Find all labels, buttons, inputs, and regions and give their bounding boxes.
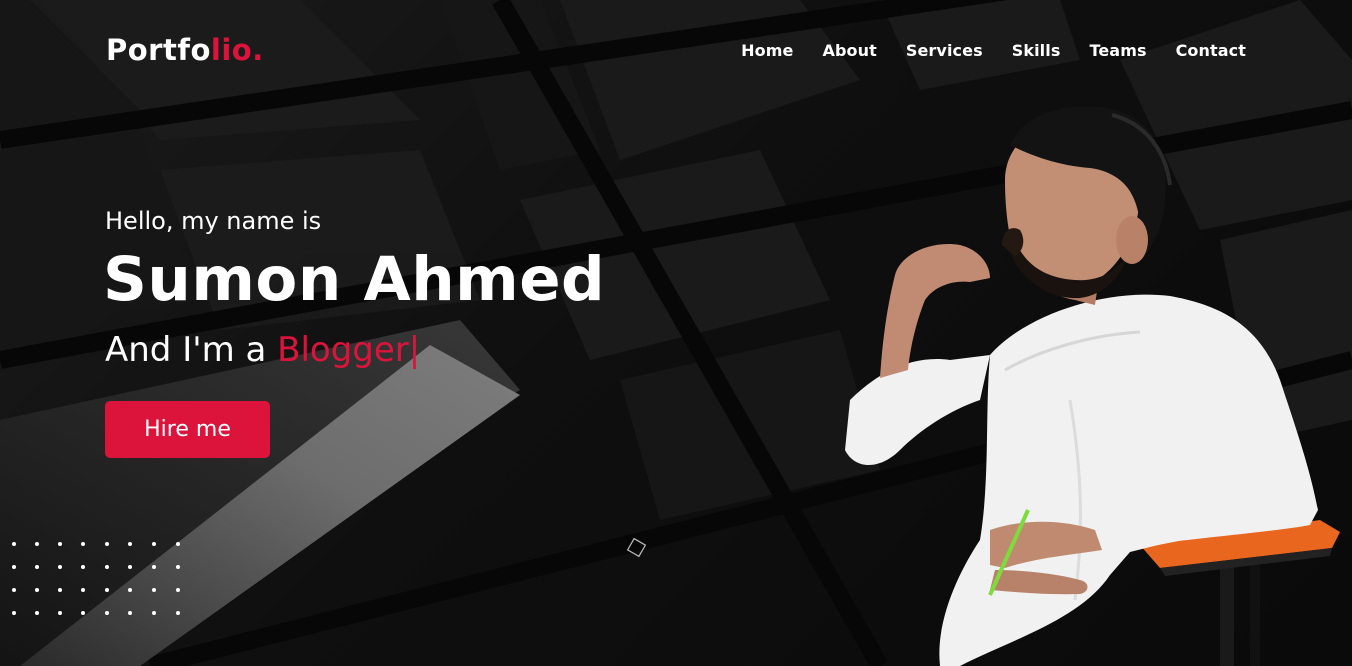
hero-role-line: And I'm a Blogger| [105,330,420,370]
nav-link-home[interactable]: Home [741,41,793,60]
nav-link-skills[interactable]: Skills [1012,41,1061,60]
nav-item-about: About [822,41,876,60]
nav-link-teams[interactable]: Teams [1089,41,1146,60]
profile-photo [845,106,1340,666]
hero-name-heading: Sumon Ahmed [103,244,606,315]
hire-me-button[interactable]: Hire me [105,401,270,458]
role-typed-text: Blogger [277,330,409,370]
site-logo[interactable]: Portfolio. [106,33,264,67]
nav-link-contact[interactable]: Contact [1176,41,1246,60]
typing-cursor: | [408,330,421,370]
nav-item-home: Home [741,41,793,60]
nav-link-about[interactable]: About [822,41,876,60]
nav-link-services[interactable]: Services [906,41,983,60]
navbar: Portfolio. Home About Services Skills Te… [0,0,1352,104]
role-prefix-text: And I'm a [105,330,278,370]
hero-intro-text: Hello, my name is [105,207,322,235]
nav-item-teams: Teams [1089,41,1146,60]
nav-item-services: Services [906,41,983,60]
nav-item-skills: Skills [1012,41,1061,60]
logo-accent-text: lio. [210,33,264,67]
nav-item-contact: Contact [1176,41,1246,60]
nav-menu: Home About Services Skills Teams Contact [741,41,1246,60]
logo-text: Portfo [106,33,211,67]
